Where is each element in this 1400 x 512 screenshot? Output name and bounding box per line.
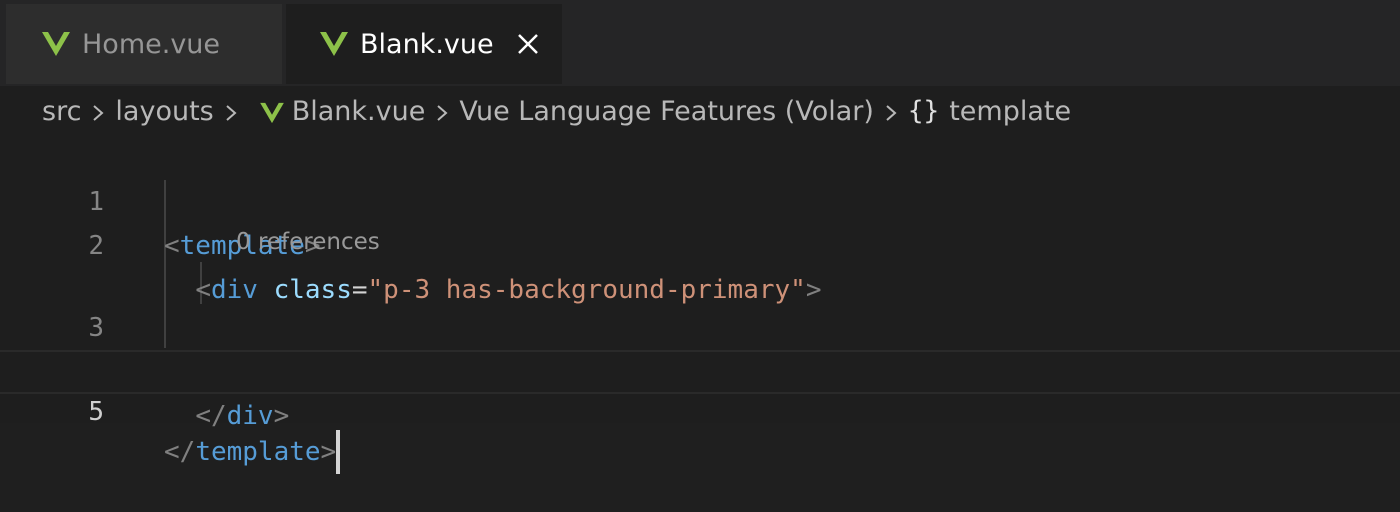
- breadcrumb-item-layouts[interactable]: layouts: [115, 96, 213, 127]
- braces-icon: {}: [907, 96, 940, 126]
- tab-label: Blank.vue: [360, 28, 494, 60]
- tag-name: div: [226, 401, 274, 431]
- code-line-5[interactable]: 5 </template>: [0, 350, 1400, 474]
- chevron-right-icon: [435, 100, 449, 122]
- breadcrumb-template-label: template: [949, 95, 1072, 127]
- code-line-3[interactable]: 3 <slot />: [0, 262, 1400, 387]
- breadcrumb-item-language-features[interactable]: Vue Language Features (Volar): [459, 96, 874, 127]
- bracket: <: [164, 231, 180, 261]
- bracket: </: [164, 437, 196, 467]
- codelens-references[interactable]: 0 references: [236, 229, 380, 255]
- tab-bar: Home.vue Blank.vue: [0, 0, 1400, 86]
- tag-name: template: [195, 437, 321, 467]
- code-line-1[interactable]: 1 <template>: [0, 136, 1400, 261]
- chevron-right-icon: [224, 100, 238, 122]
- text-cursor: [336, 430, 341, 474]
- tab-blank-vue[interactable]: Blank.vue: [286, 4, 562, 84]
- chevron-right-icon: [884, 100, 898, 122]
- chevron-right-icon: [91, 100, 105, 122]
- vue-icon: [259, 100, 284, 124]
- breadcrumb-file-label: Blank.vue: [291, 95, 426, 127]
- code-editor[interactable]: 1 <template> 2 <div class="p-3 has-backg…: [0, 136, 1400, 474]
- vue-icon: [42, 31, 70, 57]
- breadcrumb: src layouts Blank.vue Vue Language Featu…: [0, 86, 1400, 136]
- breadcrumb-item-template[interactable]: {} template: [908, 96, 1071, 127]
- breadcrumb-item-src[interactable]: src: [42, 96, 81, 127]
- breadcrumb-item-file[interactable]: Blank.vue: [259, 95, 426, 127]
- close-icon[interactable]: [514, 30, 542, 58]
- code-line-4[interactable]: 4 </div>: [0, 306, 1400, 431]
- bracket: >: [320, 437, 337, 467]
- vue-icon: [320, 31, 348, 57]
- tab-label: Home.vue: [82, 28, 221, 60]
- line-number: 5: [88, 397, 104, 427]
- bracket: >: [273, 401, 290, 431]
- bracket: </: [195, 401, 227, 431]
- tab-home-vue[interactable]: Home.vue: [6, 4, 282, 84]
- code-line-2[interactable]: 2 <div class="p-3 has-background-primary…: [0, 180, 1400, 305]
